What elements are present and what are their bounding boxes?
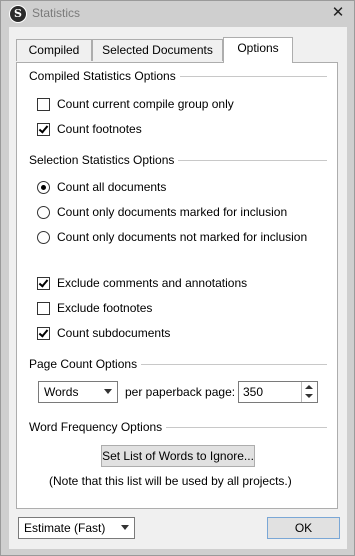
count-subdocuments-checkbox[interactable] — [37, 326, 50, 340]
stepper-up-icon[interactable] — [305, 385, 313, 389]
scrivener-app-icon: S — [9, 5, 27, 23]
close-icon[interactable]: ✕ — [328, 3, 348, 23]
count-footnotes-option[interactable]: Count footnotes — [37, 121, 142, 137]
stepper-buttons — [301, 382, 317, 402]
count-marked-documents-radio[interactable] — [37, 205, 50, 219]
title-bar[interactable]: S Statistics ✕ — [1, 1, 354, 27]
exclude-comments-label: Exclude comments and annotations — [57, 276, 248, 290]
tab-selected-documents[interactable]: Selected Documents — [92, 39, 223, 61]
count-subdocuments-option[interactable]: Count subdocuments — [37, 325, 170, 341]
count-all-documents-label: Count all documents — [57, 180, 167, 194]
page-count-unit-value: Words — [44, 385, 79, 399]
exclude-footnotes-label: Exclude footnotes — [57, 301, 153, 315]
exclude-comments-checkbox[interactable] — [37, 276, 50, 290]
word-frequency-section-title: Word Frequency Options — [29, 420, 167, 434]
count-all-documents-option[interactable]: Count all documents — [37, 179, 166, 195]
dialog-body: Compiled Selected Documents Options Comp… — [9, 27, 347, 549]
count-unmarked-documents-label: Count only documents not marked for incl… — [57, 230, 308, 244]
count-footnotes-checkbox[interactable] — [37, 122, 50, 136]
words-per-page-stepper[interactable]: 350 — [238, 381, 318, 403]
word-frequency-note: (Note that this list will be used by all… — [49, 474, 292, 488]
count-current-compile-group-option[interactable]: Count current compile group only — [37, 96, 234, 112]
chevron-down-icon — [104, 389, 112, 394]
exclude-footnotes-option[interactable]: Exclude footnotes — [37, 300, 152, 316]
count-marked-documents-option[interactable]: Count only documents marked for inclusio… — [37, 204, 287, 220]
exclude-footnotes-checkbox[interactable] — [37, 301, 50, 315]
count-unmarked-documents-radio[interactable] — [37, 230, 50, 244]
page-count-section-title: Page Count Options — [29, 357, 142, 371]
count-marked-documents-label: Count only documents marked for inclusio… — [57, 205, 288, 219]
per-paperback-page-label: per paperback page: — [125, 385, 236, 399]
compile-group-checkbox[interactable] — [37, 97, 50, 111]
statistics-mode-dropdown[interactable]: Estimate (Fast) — [18, 517, 135, 539]
set-ignore-words-button[interactable]: Set List of Words to Ignore... — [101, 445, 255, 467]
tab-compiled[interactable]: Compiled — [16, 39, 92, 61]
options-panel: Compiled Statistics Options Count curren… — [16, 62, 338, 509]
statistics-window: S Statistics ✕ Compiled Selected Documen… — [0, 0, 355, 556]
count-footnotes-label: Count footnotes — [57, 122, 142, 136]
count-all-documents-radio[interactable] — [37, 180, 50, 194]
chevron-down-icon — [121, 525, 129, 530]
stepper-down-icon[interactable] — [305, 394, 313, 398]
count-unmarked-documents-option[interactable]: Count only documents not marked for incl… — [37, 229, 307, 245]
compile-group-label: Count current compile group only — [57, 97, 234, 111]
tab-options[interactable]: Options — [223, 37, 293, 63]
statistics-mode-value: Estimate (Fast) — [24, 521, 106, 535]
ok-button[interactable]: OK — [267, 517, 340, 539]
page-count-unit-dropdown[interactable]: Words — [38, 381, 118, 403]
selection-section-title: Selection Statistics Options — [29, 153, 179, 167]
count-subdocuments-label: Count subdocuments — [57, 326, 171, 340]
window-title: Statistics — [32, 6, 81, 20]
compiled-section-title: Compiled Statistics Options — [29, 69, 180, 83]
exclude-comments-option[interactable]: Exclude comments and annotations — [37, 275, 247, 291]
words-per-page-value: 350 — [243, 385, 264, 399]
